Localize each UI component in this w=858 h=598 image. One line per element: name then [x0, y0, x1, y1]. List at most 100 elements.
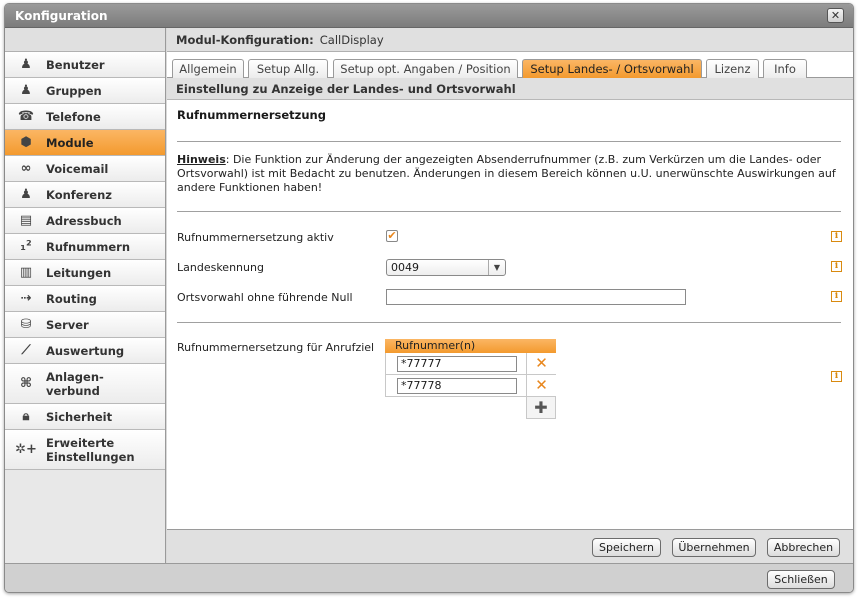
number-input[interactable]: *77778 [397, 378, 517, 394]
cancel-button[interactable]: Abbrechen [767, 538, 840, 557]
content-area: Rufnummernersetzung Hinweis: Die Funktio… [167, 100, 853, 525]
sidebar-item-label: Auswertung [46, 343, 125, 358]
chevron-down-icon: ▼ [488, 260, 505, 275]
close-button[interactable]: Schließen [767, 570, 835, 589]
sidebar-item-label: Module [46, 135, 94, 150]
tab-bar: Allgemein Setup Allg. Setup opt. Angaben… [167, 52, 853, 78]
sidebar-item-auswertung[interactable]: ⟋ Auswertung [5, 338, 165, 364]
sidebar-item-module[interactable]: ⬢ Module [5, 130, 165, 156]
sidebar-item-label: Telefone [46, 109, 101, 124]
sidebar-item-label: Gruppen [46, 83, 102, 98]
conference-icon: ♟ [20, 187, 32, 202]
voicemail-icon: ∞ [20, 161, 32, 176]
info-icon[interactable]: i [831, 371, 842, 382]
configuration-window: Konfiguration ✕ ♟ Benutzer ♟ Gruppen ☎ T… [4, 3, 854, 593]
sidebar-item-voicemail[interactable]: ∞ Voicemail [5, 156, 165, 182]
sidebar-item-konferenz[interactable]: ♟ Konferenz [5, 182, 165, 208]
tab-setup-allg[interactable]: Setup Allg. [248, 59, 328, 78]
group-icon: ♟ [20, 83, 32, 98]
active-label: Rufnummernersetzung aktiv [177, 231, 334, 244]
table-row: *77777 ✕ [385, 353, 556, 375]
sidebar: ♟ Benutzer ♟ Gruppen ☎ Telefone ⬢ Module… [5, 28, 166, 563]
country-code-label: Landeskennung [177, 261, 264, 274]
add-row: ✚ [385, 397, 556, 419]
sidebar-item-server[interactable]: ⛁ Server [5, 312, 165, 338]
delete-icon[interactable]: ✕ [526, 353, 556, 374]
info-icon[interactable]: i [831, 261, 842, 272]
sidebar-item-rufnummern[interactable]: ₁² Rufnummern [5, 234, 165, 260]
hint-keyword: Hinweis [177, 153, 226, 166]
tab-setup-landes-ortsvorwahl[interactable]: Setup Landes- / Ortsvorwahl [522, 59, 702, 78]
country-code-select[interactable]: 0049 ▼ [386, 259, 506, 276]
footer-bar: Speichern Übernehmen Abbrechen [167, 529, 853, 563]
sidebar-item-label: Leitungen [46, 265, 112, 280]
module-header-label: Modul-Konfiguration: [176, 32, 314, 47]
active-checkbox[interactable]: ✔ [386, 230, 398, 242]
label-line-2: verbund [46, 383, 100, 398]
country-code-value: 0049 [391, 261, 419, 274]
grid-header: Rufnummer(n) [385, 339, 556, 353]
tab-allgemein[interactable]: Allgemein [172, 59, 244, 78]
sidebar-item-label: Server [46, 317, 89, 332]
user-icon: ♟ [20, 57, 32, 72]
sidebar-item-sicherheit[interactable]: 🔒︎ Sicherheit [5, 404, 165, 430]
sidebar-item-adressbuch[interactable]: ▤ Adressbuch [5, 208, 165, 234]
delete-icon[interactable]: ✕ [526, 375, 556, 396]
label-line-1: Anlagen- [46, 369, 104, 384]
add-icon[interactable]: ✚ [526, 397, 556, 419]
sidebar-item-label: Sicherheit [46, 409, 113, 424]
label-line-1: Erweiterte [46, 435, 115, 450]
area-code-input[interactable] [386, 289, 686, 305]
gears-icon: ✲+ [15, 442, 37, 457]
divider [177, 322, 841, 323]
page-title: Rufnummernersetzung [177, 108, 326, 122]
sidebar-item-label: Anlagen- verbund [46, 370, 104, 398]
sidebar-item-benutzer[interactable]: ♟ Benutzer [5, 52, 165, 78]
sidebar-item-label: Adressbuch [46, 213, 122, 228]
sidebar-item-leitungen[interactable]: ▥ Leitungen [5, 260, 165, 286]
hint-body: : Die Funktion zur Änderung der angezeig… [177, 153, 836, 194]
apply-button[interactable]: Übernehmen [672, 538, 756, 557]
divider [177, 211, 841, 212]
label-line-2: Einstellungen [46, 449, 135, 464]
tab-info[interactable]: Info [763, 59, 807, 78]
tab-setup-opt-angaben[interactable]: Setup opt. Angaben / Position [333, 59, 518, 78]
table-row: *77778 ✕ [385, 375, 556, 397]
sidebar-item-label: Voicemail [46, 161, 109, 176]
sidebar-item-routing[interactable]: ⇢ Routing [5, 286, 165, 312]
window-title: Konfiguration [15, 8, 108, 23]
target-label: Rufnummernersetzung für Anrufziel [177, 341, 375, 354]
hint-text: Hinweis: Die Funktion zur Änderung der a… [177, 153, 841, 195]
sidebar-item-label: Erweiterte Einstellungen [46, 436, 135, 464]
main-panel: Modul-Konfiguration: CallDisplay Allgeme… [167, 28, 853, 563]
sidebar-item-erweiterte-einstellungen[interactable]: ✲+ Erweiterte Einstellungen [5, 430, 165, 470]
chart-icon: ⟋ [21, 343, 31, 358]
module-header-value: CallDisplay [319, 32, 384, 47]
sidebar-item-label: Benutzer [46, 57, 105, 72]
server-icon: ⛁ [20, 317, 32, 332]
sidebar-item-label: Rufnummern [46, 239, 131, 254]
info-icon[interactable]: i [831, 231, 842, 242]
info-icon[interactable]: i [831, 291, 842, 302]
module-icon: ⬢ [20, 135, 32, 150]
number-input[interactable]: *77777 [397, 356, 517, 372]
close-window-icon[interactable]: ✕ [827, 8, 844, 23]
sidebar-item-label: Routing [46, 291, 97, 306]
phone-icon: ☎ [17, 109, 35, 124]
sidebar-header [5, 28, 165, 52]
window-titlebar: Konfiguration ✕ [5, 4, 853, 28]
network-icon: ⌘ [19, 376, 33, 391]
module-header: Modul-Konfiguration: CallDisplay [167, 28, 853, 52]
sidebar-item-telefone[interactable]: ☎ Telefone [5, 104, 165, 130]
lock-icon: 🔒︎ [22, 409, 30, 424]
save-button[interactable]: Speichern [592, 538, 661, 557]
routing-icon: ⇢ [20, 291, 32, 306]
sidebar-item-anlagenverbund[interactable]: ⌘ Anlagen- verbund [5, 364, 165, 404]
lines-icon: ▥ [19, 265, 33, 280]
tab-lizenz[interactable]: Lizenz [706, 59, 759, 78]
sidebar-item-label: Konferenz [46, 187, 112, 202]
section-title: Einstellung zu Anzeige der Landes- und O… [167, 78, 853, 100]
sidebar-item-gruppen[interactable]: ♟ Gruppen [5, 78, 165, 104]
bottom-bar: Schließen [5, 563, 853, 592]
addressbook-icon: ▤ [19, 213, 33, 228]
